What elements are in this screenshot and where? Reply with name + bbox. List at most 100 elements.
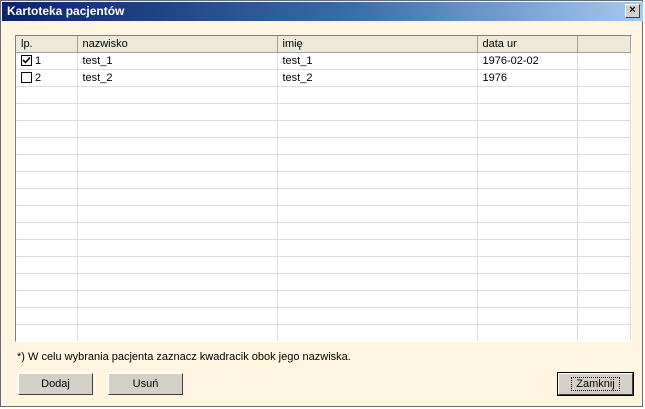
table-row[interactable] [16,137,631,155]
table-row[interactable] [16,86,631,104]
table-row[interactable]: 2 test_2 test_2 1976 [16,69,631,87]
row-number: 1 [35,54,42,67]
table-cell-nazwisko [77,171,278,189]
table-cell-imie [277,324,478,341]
table-cell-lp [16,290,78,308]
table-cell-nazwisko [77,137,278,155]
table-cell-data_ur [477,171,578,189]
table-cell-data_ur [477,137,578,155]
add-button[interactable]: Dodaj [18,373,93,395]
title-bar[interactable]: Kartoteka pacjentów × [2,2,643,21]
table-cell-extra [577,307,631,325]
table-cell-extra [577,205,631,223]
column-header-data-ur[interactable]: data ur [477,36,578,53]
table-row[interactable] [16,154,631,172]
table-cell-lp [16,256,78,274]
table-cell-nazwisko [77,154,278,172]
table-cell-imie: test_1 [277,52,478,70]
table-cell-data_ur [477,256,578,274]
table-row[interactable] [16,205,631,223]
close-button[interactable]: Zamknij [557,372,634,396]
table-row[interactable] [16,256,631,274]
table-cell-imie [277,137,478,155]
table-cell-extra [577,120,631,138]
table-cell-imie [277,256,478,274]
table-cell-extra [577,222,631,240]
table-cell-data_ur [477,205,578,223]
table-cell-lp: 1 [16,52,78,70]
instruction-note: *) W celu wybrania pacjenta zaznacz kwad… [17,351,351,363]
table-row[interactable] [16,290,631,308]
table-cell-nazwisko [77,222,278,240]
table-cell-lp [16,103,78,121]
table-cell-lp [16,137,78,155]
table-cell-nazwisko [77,86,278,104]
table-cell-nazwisko [77,307,278,325]
table-cell-extra [577,171,631,189]
table-cell-data_ur [477,324,578,341]
table-cell-imie [277,171,478,189]
table-cell-nazwisko [77,273,278,291]
remove-button[interactable]: Usuń [108,373,183,395]
table-cell-imie [277,188,478,206]
table-cell-extra [577,273,631,291]
table-row[interactable] [16,222,631,240]
column-header-nazwisko[interactable]: nazwisko [77,36,278,53]
table-cell-nazwisko: test_1 [77,52,278,70]
table-cell-extra [577,103,631,121]
table-cell-lp [16,154,78,172]
column-header-lp[interactable]: lp. [16,36,78,53]
table-cell-data_ur [477,239,578,257]
table-cell-lp [16,120,78,138]
table-cell-nazwisko [77,256,278,274]
table-cell-extra [577,52,631,70]
table-cell-data_ur [477,222,578,240]
table-cell-data_ur: 1976 [477,69,578,87]
table-cell-imie [277,307,478,325]
table-row[interactable] [16,307,631,325]
table-cell-imie [277,103,478,121]
table-cell-nazwisko [77,239,278,257]
table-cell-lp [16,188,78,206]
patients-table: lp. nazwisko imię data ur 1 test_1 test_1 1… [16,36,631,341]
table-cell-extra [577,239,631,257]
table-cell-lp [16,239,78,257]
table-cell-extra [577,290,631,308]
patients-grid[interactable]: lp. nazwisko imię data ur 1 test_1 test_1 1… [15,35,632,342]
table-cell-imie [277,222,478,240]
table-cell-nazwisko [77,120,278,138]
table-cell-lp [16,307,78,325]
table-cell-data_ur [477,273,578,291]
table-row[interactable] [16,273,631,291]
table-cell-lp [16,86,78,104]
table-cell-data_ur [477,307,578,325]
select-checkbox[interactable] [21,71,32,83]
table-cell-imie [277,290,478,308]
table-row[interactable]: 1 test_1 test_1 1976-02-02 [16,52,631,70]
table-row[interactable] [16,120,631,138]
table-row[interactable] [16,171,631,189]
table-cell-imie: test_2 [277,69,478,87]
table-cell-data_ur [477,86,578,104]
table-row[interactable] [16,239,631,257]
table-cell-data_ur [477,103,578,121]
window-title: Kartoteka pacjentów [7,4,125,18]
select-checkbox[interactable] [21,54,32,66]
checkmark-icon [22,56,31,64]
patient-records-window: Kartoteka pacjentów × lp. nazwisko imię … [0,0,643,407]
table-row[interactable] [16,324,631,341]
close-window-button[interactable]: × [625,4,640,18]
table-cell-data_ur [477,290,578,308]
table-cell-extra [577,86,631,104]
column-header-imie[interactable]: imię [277,36,478,53]
table-header-row: lp. nazwisko imię data ur [16,36,631,53]
table-row[interactable] [16,103,631,121]
table-cell-imie [277,239,478,257]
table-cell-imie [277,120,478,138]
table-cell-extra [577,256,631,274]
close-button-label: Zamknij [571,377,620,391]
table-cell-lp [16,171,78,189]
table-cell-imie [277,86,478,104]
table-row[interactable] [16,188,631,206]
close-icon: × [629,4,636,16]
